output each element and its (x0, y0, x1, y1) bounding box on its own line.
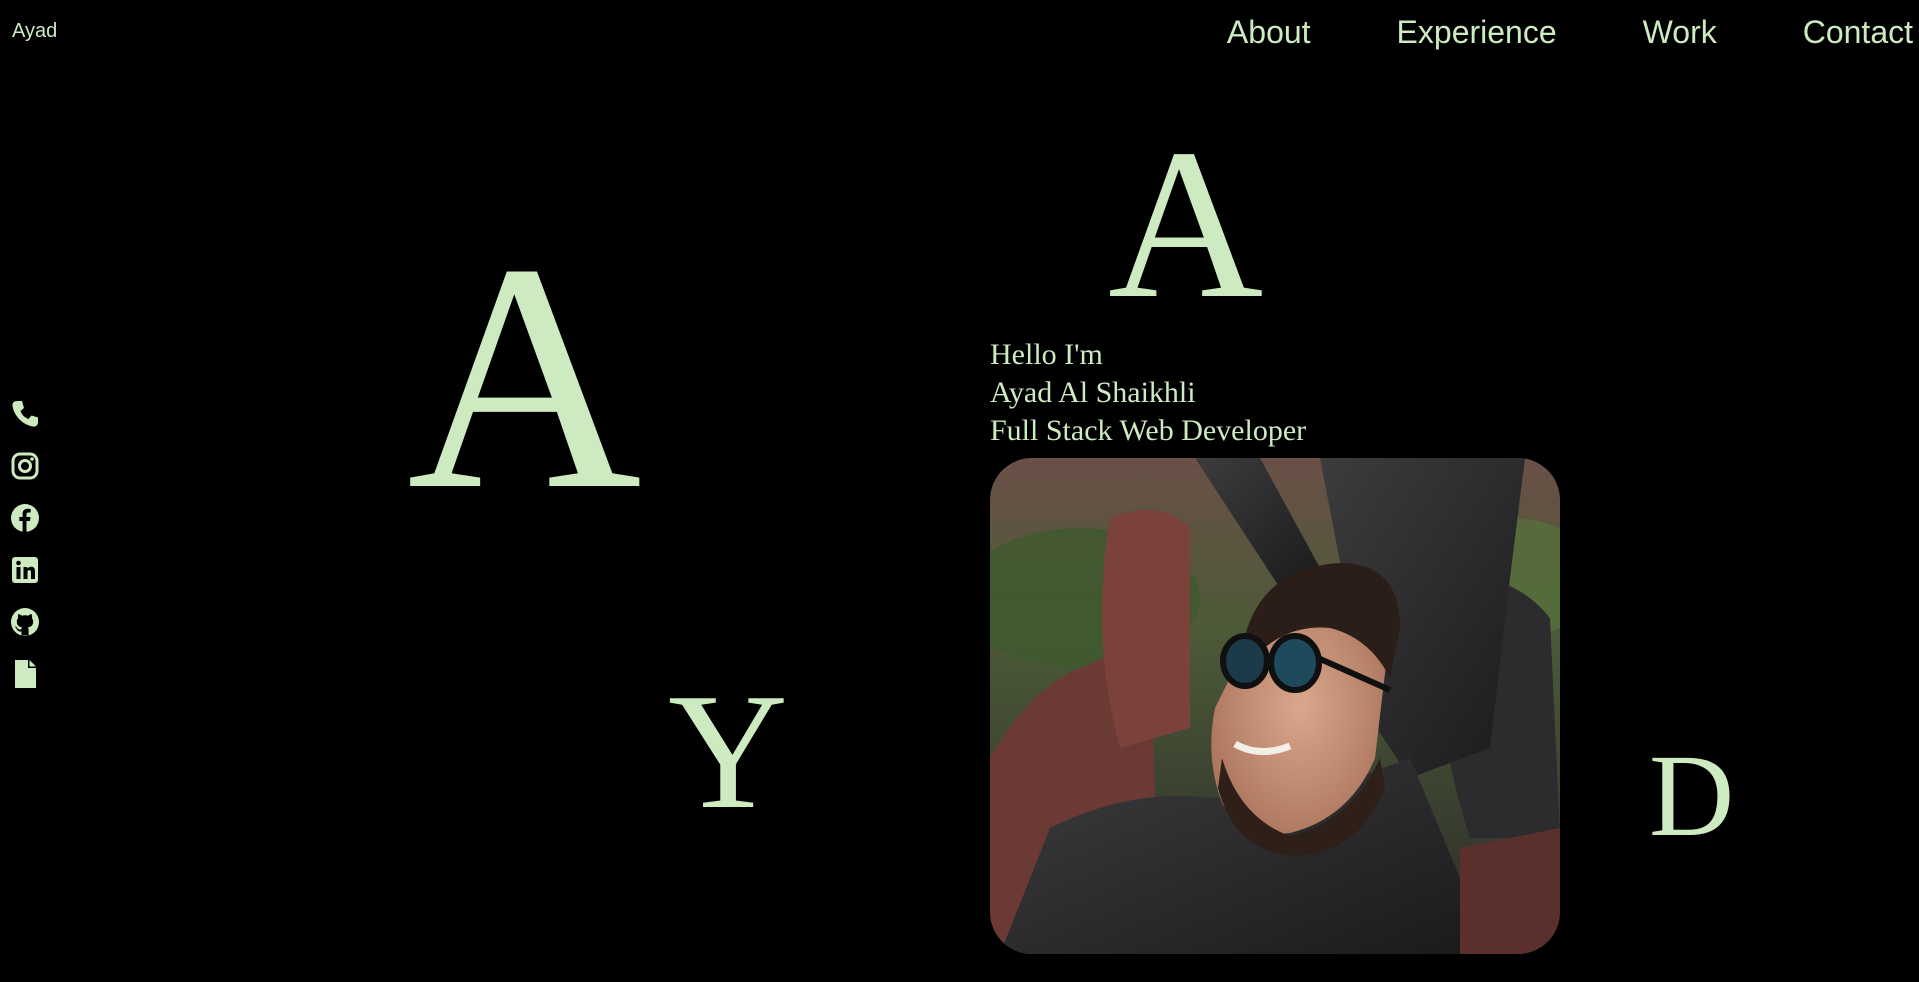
decorative-letter-y: Y (668, 659, 788, 843)
hero-intro: Hello I'm Ayad Al Shaikhli Full Stack We… (990, 336, 1306, 450)
instagram-icon[interactable] (9, 450, 41, 482)
document-icon[interactable] (9, 658, 41, 690)
nav-experience-link[interactable]: Experience (1397, 12, 1557, 52)
nav-about-link[interactable]: About (1227, 12, 1311, 52)
phone-icon[interactable] (9, 398, 41, 430)
decorative-letter-a-small: A (1108, 104, 1264, 343)
main-nav: About Experience Work Contact (1227, 12, 1913, 52)
decorative-letter-a: A (407, 197, 642, 557)
social-links (9, 398, 41, 690)
nav-contact-link[interactable]: Contact (1803, 12, 1913, 52)
hero-greeting: Hello I'm (990, 338, 1103, 371)
hero-role: Full Stack Web Developer (990, 414, 1307, 447)
hero-name: Ayad Al Shaikhli (990, 376, 1196, 409)
brand-logo-link[interactable]: Ayad (12, 20, 57, 43)
github-icon[interactable] (9, 606, 41, 638)
linkedin-icon[interactable] (9, 554, 41, 586)
facebook-icon[interactable] (9, 502, 41, 534)
decorative-letter-d: D (1649, 730, 1735, 861)
nav-work-link[interactable]: Work (1643, 12, 1717, 52)
profile-photo (990, 458, 1560, 954)
